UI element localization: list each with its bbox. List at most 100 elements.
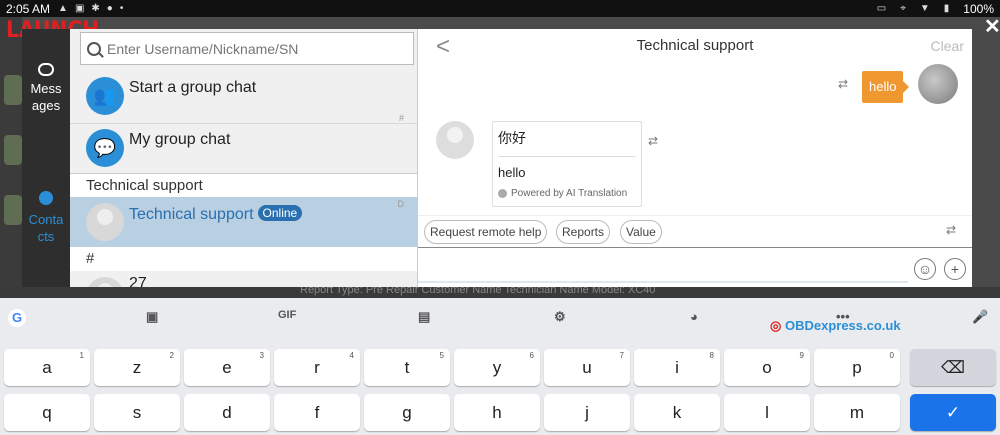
chat-panel: Technical support < Clear ⇄ hello 你好 hel… xyxy=(418,29,972,287)
watermark-text: OBDexpress.co.uk xyxy=(784,318,901,333)
contact-avatar xyxy=(86,203,124,241)
messenger-dialog: Mess ages Conta cts 👥 Start a group chat… xyxy=(22,29,972,287)
clock: 2:05 AM xyxy=(6,1,51,16)
battery-icon: ▮ xyxy=(943,3,950,14)
start-group-chat-row[interactable]: 👥 Start a group chat # xyxy=(70,71,417,123)
contact-name-line: Technical support Online xyxy=(129,205,303,224)
key-d[interactable]: d xyxy=(184,394,270,431)
key-a[interactable]: a1 xyxy=(4,349,90,386)
section-header-hash: # xyxy=(70,247,417,271)
person-icon xyxy=(39,191,53,205)
background-tile xyxy=(4,75,22,105)
back-button[interactable]: < xyxy=(436,33,450,61)
wifi-icon: ▲ xyxy=(58,3,68,14)
search-input[interactable] xyxy=(107,40,387,57)
translate-toggle-icon[interactable]: ⇄ xyxy=(946,223,956,237)
online-badge: Online xyxy=(257,205,303,221)
mic-icon[interactable]: 🎤 xyxy=(972,309,988,325)
chat-title: Technical support xyxy=(636,37,754,54)
notification-icon: ● xyxy=(106,3,113,14)
key-y[interactable]: y6 xyxy=(454,349,540,386)
gif-button[interactable]: GIF xyxy=(278,309,296,321)
nav-column: Mess ages Conta cts xyxy=(22,29,70,287)
contact-row[interactable]: 27 xyxy=(70,271,417,287)
powered-by-line: Powered by AI Translation xyxy=(498,188,636,199)
key-s[interactable]: s xyxy=(94,394,180,431)
support-avatar xyxy=(436,121,474,159)
background-tile xyxy=(4,135,22,165)
request-remote-help-button[interactable]: Request remote help xyxy=(424,220,548,244)
close-icon[interactable]: ✕ xyxy=(984,14,1000,39)
key-u[interactable]: u7 xyxy=(544,349,630,386)
contact-name: Technical support xyxy=(129,206,254,223)
powered-by-text: Powered by AI Translation xyxy=(511,188,628,199)
dots-icon: • xyxy=(119,3,124,14)
ai-translation-icon xyxy=(498,189,507,198)
quick-action-bar: Request remote help Reports Value ⇄ xyxy=(418,215,972,247)
key-t[interactable]: t5 xyxy=(364,349,450,386)
watermark: ◎ OBDexpress.co.uk xyxy=(770,318,901,334)
settings-icon[interactable]: ⚙ xyxy=(554,309,566,325)
key-e[interactable]: e3 xyxy=(184,349,270,386)
my-group-chat-row[interactable]: 💬 My group chat xyxy=(70,123,417,175)
section-header-technical: Technical support xyxy=(70,173,417,197)
key-p[interactable]: p0 xyxy=(814,349,900,386)
incoming-translated-text: hello xyxy=(498,165,526,180)
enter-key[interactable]: ✓ xyxy=(910,394,996,431)
key-j[interactable]: j xyxy=(544,394,630,431)
key-i[interactable]: i8 xyxy=(634,349,720,386)
contacts-panel: 👥 Start a group chat # 💬 My group chat T… xyxy=(70,29,418,287)
palette-icon[interactable]: ◕ xyxy=(690,309,698,324)
backspace-key[interactable]: ⌫ xyxy=(910,349,996,386)
group-chat-icon: 💬 xyxy=(86,129,124,167)
key-r[interactable]: r4 xyxy=(274,349,360,386)
message-input-field[interactable] xyxy=(418,281,908,283)
index-letter: # xyxy=(398,113,404,123)
nav-contacts[interactable]: Conta cts xyxy=(22,191,70,245)
nav-messages-label: Mess ages xyxy=(30,81,62,113)
checkmark-icon: ✓ xyxy=(945,403,961,422)
key-h[interactable]: h xyxy=(454,394,540,431)
backspace-icon: ⌫ xyxy=(940,358,966,377)
incoming-message: 你好 hello Powered by AI Translation xyxy=(492,121,642,207)
key-f[interactable]: f xyxy=(274,394,360,431)
key-m[interactable]: m xyxy=(814,394,900,431)
clear-button[interactable]: Clear xyxy=(931,38,964,54)
outgoing-message: hello xyxy=(862,71,911,103)
settings-icon: ✱ xyxy=(91,3,100,14)
key-l[interactable]: l xyxy=(724,394,810,431)
key-o[interactable]: o9 xyxy=(724,349,810,386)
key-g[interactable]: g xyxy=(364,394,450,431)
add-group-icon: 👥 xyxy=(86,77,124,115)
contact-row-technical-support[interactable]: Technical support Online D xyxy=(70,197,417,249)
background-tile xyxy=(4,195,22,225)
search-box[interactable] xyxy=(80,32,414,65)
clipboard-icon[interactable]: ▤ xyxy=(418,309,430,325)
add-attachment-icon[interactable]: + xyxy=(944,258,966,280)
gallery-icon: ▣ xyxy=(74,3,85,14)
google-icon[interactable]: G xyxy=(8,309,26,327)
message-input-bar[interactable]: ☺ + xyxy=(418,247,972,287)
chat-header: Technical support < Clear xyxy=(418,29,972,63)
key-k[interactable]: k xyxy=(634,394,720,431)
key-z[interactable]: z2 xyxy=(94,349,180,386)
nav-messages[interactable]: Mess ages xyxy=(22,63,70,114)
index-letter: D xyxy=(397,199,405,209)
user-avatar xyxy=(918,64,958,104)
cast-icon: ▭ xyxy=(876,3,887,14)
reports-button[interactable]: Reports xyxy=(556,220,611,244)
emoji-icon[interactable]: ☺ xyxy=(914,258,936,280)
contact-name: 27 xyxy=(129,275,147,287)
signal-icon: ▼ xyxy=(919,3,930,14)
incoming-original-text: 你好 xyxy=(498,128,636,157)
value-button[interactable]: Value xyxy=(620,220,662,244)
my-group-chat-label: My group chat xyxy=(129,131,231,148)
start-group-chat-label: Start a group chat xyxy=(129,79,257,96)
search-icon xyxy=(87,41,101,56)
translate-icon[interactable]: ⇄ xyxy=(838,77,848,91)
translate-icon[interactable]: ⇄ xyxy=(648,134,658,148)
key-q[interactable]: q xyxy=(4,394,90,431)
sticker-icon[interactable]: ▣ xyxy=(146,309,158,325)
nav-contacts-label: Conta cts xyxy=(28,212,64,244)
contact-avatar xyxy=(86,277,124,287)
